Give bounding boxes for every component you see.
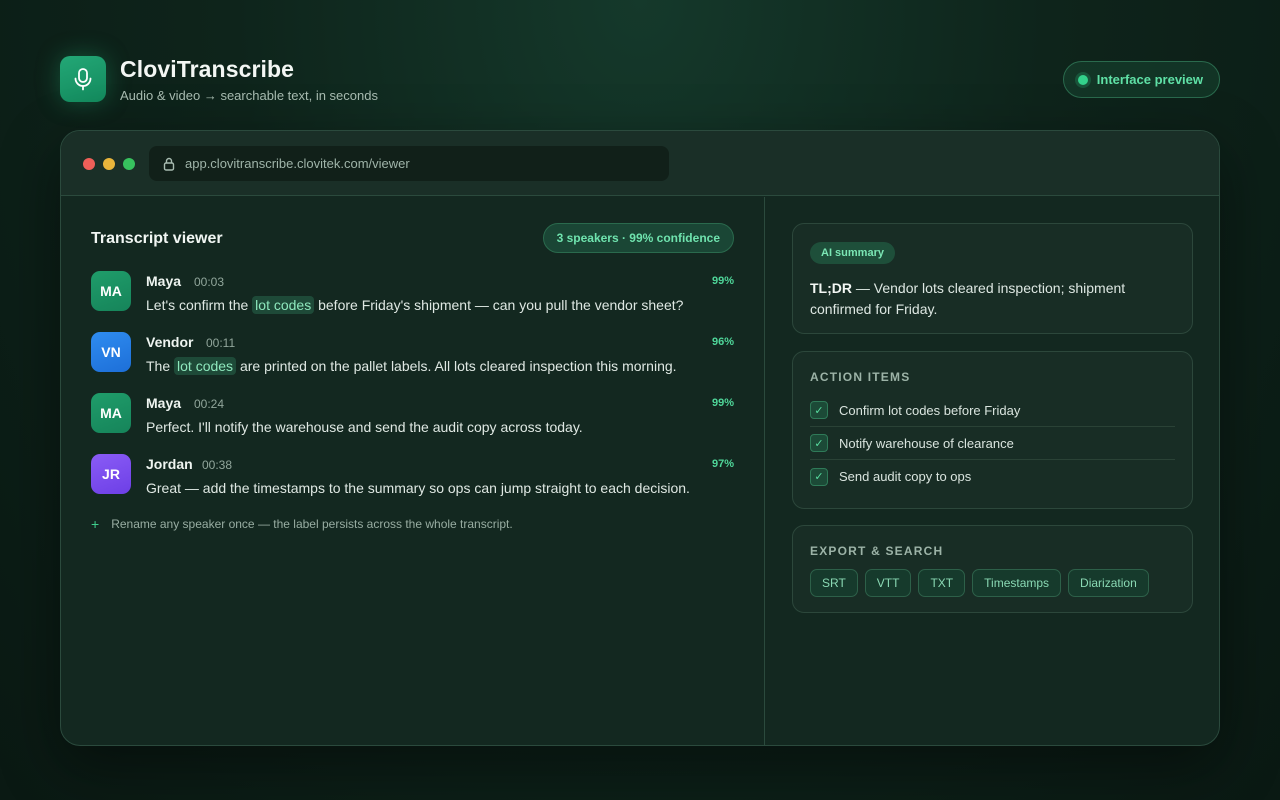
action-items-card: ACTION ITEMS ✓ Confirm lot codes before … — [792, 351, 1193, 509]
utterance-text-part: before Friday's shipment — can you pull … — [314, 297, 684, 313]
transcript-panel: Transcript viewer 3 speakers · 99% confi… — [61, 197, 765, 745]
utterance-text: Let's confirm the lot codes before Frida… — [146, 296, 684, 314]
transcript-entry[interactable]: VN Vendor 00:11 96% The lot codes are pr… — [91, 330, 734, 380]
confidence-score: 96% — [711, 336, 734, 348]
diarization-chip[interactable]: Diarization — [1068, 569, 1149, 597]
checkmark-icon[interactable]: ✓ — [810, 467, 828, 486]
keyword-highlight[interactable]: lot codes — [174, 357, 237, 375]
interface-preview-label: Interface preview — [1096, 72, 1203, 87]
action-items-heading: ACTION ITEMS — [810, 370, 911, 384]
speaker-name[interactable]: Maya — [146, 395, 181, 411]
utterance-text: The lot codes are printed on the pallet … — [146, 357, 677, 375]
close-window-button[interactable] — [83, 158, 95, 170]
export-txt-chip[interactable]: TXT — [918, 569, 966, 597]
speaker-name[interactable]: Jordan — [146, 456, 193, 472]
brand-title: CloviTranscribe — [120, 56, 295, 82]
tldr-label: TL;DR — [810, 280, 852, 296]
insights-panel: AI summary TL;DR — Vendor lots cleared i… — [766, 197, 1219, 745]
timestamp[interactable]: 00:03 — [194, 275, 224, 289]
status-dot-icon — [1077, 74, 1088, 85]
utterance-text-part: Let's confirm the — [146, 297, 253, 313]
transcript-title: Transcript viewer — [91, 230, 223, 247]
address-bar[interactable]: app.clovitranscribe.clovitek.com/viewer — [149, 146, 669, 181]
lock-icon — [163, 157, 175, 171]
action-item[interactable]: ✓ Notify warehouse of clearance — [810, 427, 1175, 460]
rename-speaker-tip: + Rename any speaker once — the label pe… — [91, 516, 513, 532]
export-format-chips: SRT VTT TXT Timestamps Diarization — [810, 569, 1149, 597]
action-item-label: Notify warehouse of clearance — [839, 435, 1014, 451]
speaker-avatar: VN — [91, 332, 131, 372]
tldr-text: — Vendor lots cleared inspection; shipme… — [810, 280, 1126, 317]
ai-summary-badge: AI summary — [810, 242, 895, 264]
timestamps-chip[interactable]: Timestamps — [972, 569, 1062, 597]
keyword-highlight[interactable]: lot codes — [252, 296, 315, 314]
app-window: app.clovitranscribe.clovitek.com/viewer … — [60, 130, 1220, 746]
utterance-text: Great — add the timestamps to the summar… — [146, 480, 690, 496]
utterance-text-part: The — [146, 358, 175, 374]
action-item[interactable]: ✓ Confirm lot codes before Friday — [810, 394, 1175, 427]
action-item-label: Send audit copy to ops — [839, 469, 972, 484]
ai-summary-card: AI summary TL;DR — Vendor lots cleared i… — [792, 223, 1193, 334]
confidence-score: 99% — [711, 275, 734, 287]
utterance-text-part: are printed on the pallet labels. All lo… — [236, 358, 677, 374]
minimize-window-button[interactable] — [103, 158, 115, 170]
tip-text: Rename any speaker once — the label pers… — [111, 517, 513, 531]
utterance-text: Perfect. I'll notify the warehouse and s… — [146, 419, 583, 435]
speaker-avatar: JR — [91, 454, 131, 494]
interface-preview-badge: Interface preview — [1062, 61, 1220, 98]
microphone-icon — [60, 56, 106, 102]
checkmark-icon[interactable]: ✓ — [810, 401, 828, 419]
summary-text: TL;DR — Vendor lots cleared inspection; … — [810, 278, 1152, 320]
browser-titlebar: app.clovitranscribe.clovitek.com/viewer — [61, 131, 1219, 196]
transcript-entry[interactable]: JR Jordan 00:38 97% Great — add the time… — [91, 452, 734, 502]
brand-tagline: Audio & video → searchable text, in seco… — [120, 88, 378, 103]
action-item-label: Confirm lot codes before Friday — [839, 402, 1021, 418]
speaker-name[interactable]: Maya — [146, 273, 181, 289]
export-vtt-chip[interactable]: VTT — [864, 569, 912, 597]
export-srt-chip[interactable]: SRT — [810, 569, 858, 597]
timestamp[interactable]: 00:38 — [202, 458, 232, 472]
speaker-name[interactable]: Vendor — [146, 334, 193, 350]
transcript-entry[interactable]: MA Maya 00:24 99% Perfect. I'll notify t… — [91, 391, 734, 441]
speaker-avatar: MA — [91, 271, 131, 311]
timestamp[interactable]: 00:24 — [194, 397, 224, 411]
plus-icon: + — [91, 516, 100, 532]
confidence-score: 97% — [711, 458, 734, 470]
action-item[interactable]: ✓ Send audit copy to ops — [810, 460, 1175, 493]
confidence-score: 99% — [711, 397, 734, 409]
transcript-entry[interactable]: MA Maya 00:03 99% Let's confirm the lot … — [91, 269, 734, 319]
export-search-heading: EXPORT & SEARCH — [810, 544, 944, 558]
address-bar-url: app.clovitranscribe.clovitek.com/viewer — [185, 156, 410, 171]
speakers-confidence-badge: 3 speakers · 99% confidence — [542, 223, 734, 253]
app-header: CloviTranscribe Audio & video → searchab… — [60, 56, 1220, 104]
timestamp[interactable]: 00:11 — [206, 336, 235, 350]
export-search-card: EXPORT & SEARCH SRT VTT TXT Timestamps D… — [792, 525, 1193, 613]
maximize-window-button[interactable] — [123, 158, 135, 170]
speaker-avatar: MA — [91, 393, 131, 433]
checkmark-icon[interactable]: ✓ — [810, 434, 828, 452]
